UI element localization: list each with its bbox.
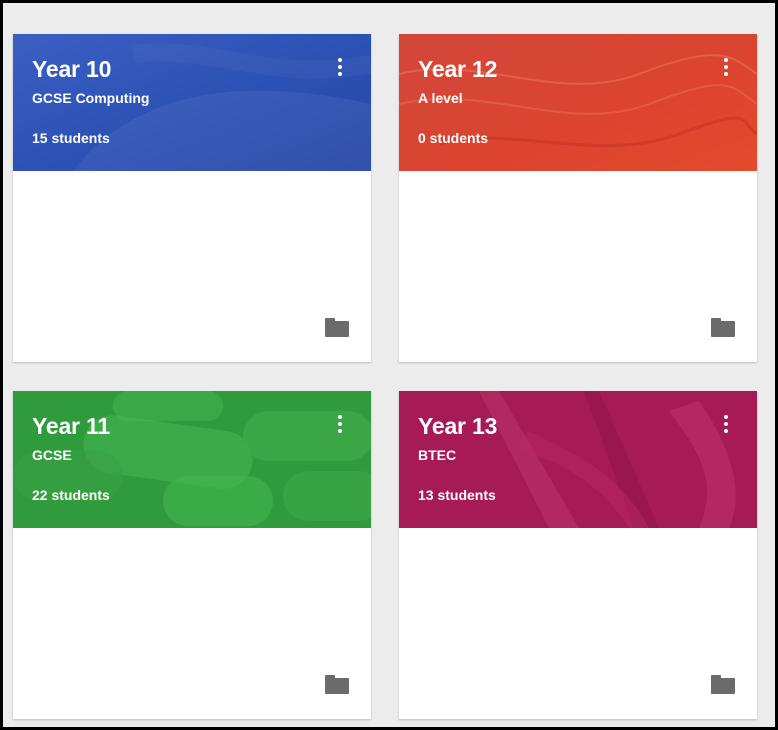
more-vert-icon[interactable]: [335, 415, 345, 437]
class-title[interactable]: Year 11: [32, 413, 110, 440]
student-count: 0 students: [418, 130, 489, 146]
class-subtitle: A level: [418, 90, 463, 106]
class-title[interactable]: Year 10: [32, 56, 111, 83]
class-title[interactable]: Year 13: [418, 413, 497, 440]
class-card-year-11[interactable]: Year 11 GCSE 22 students: [13, 391, 371, 719]
more-vert-icon[interactable]: [721, 58, 731, 80]
class-card-header[interactable]: Year 11 GCSE 22 students: [13, 391, 371, 528]
class-card-header[interactable]: Year 10 GCSE Computing 15 students: [13, 34, 371, 171]
class-subtitle: GCSE Computing: [32, 90, 150, 106]
classes-panel: Year 10 GCSE Computing 15 students Year …: [0, 0, 778, 730]
student-count: 13 students: [418, 487, 496, 503]
more-vert-icon[interactable]: [335, 58, 345, 80]
class-card-year-13[interactable]: Year 13 BTEC 13 students: [399, 391, 757, 719]
class-card-year-10[interactable]: Year 10 GCSE Computing 15 students: [13, 34, 371, 362]
folder-icon[interactable]: [325, 318, 349, 337]
student-count: 22 students: [32, 487, 110, 503]
class-card-header[interactable]: Year 13 BTEC 13 students: [399, 391, 757, 528]
more-vert-icon[interactable]: [721, 415, 731, 437]
student-count: 15 students: [32, 130, 110, 146]
class-title[interactable]: Year 12: [418, 56, 497, 83]
class-card-year-12[interactable]: Year 12 A level 0 students: [399, 34, 757, 362]
folder-icon[interactable]: [325, 675, 349, 694]
folder-icon[interactable]: [711, 318, 735, 337]
class-subtitle: BTEC: [418, 447, 457, 463]
folder-icon[interactable]: [711, 675, 735, 694]
class-card-header[interactable]: Year 12 A level 0 students: [399, 34, 757, 171]
class-subtitle: GCSE: [32, 447, 72, 463]
